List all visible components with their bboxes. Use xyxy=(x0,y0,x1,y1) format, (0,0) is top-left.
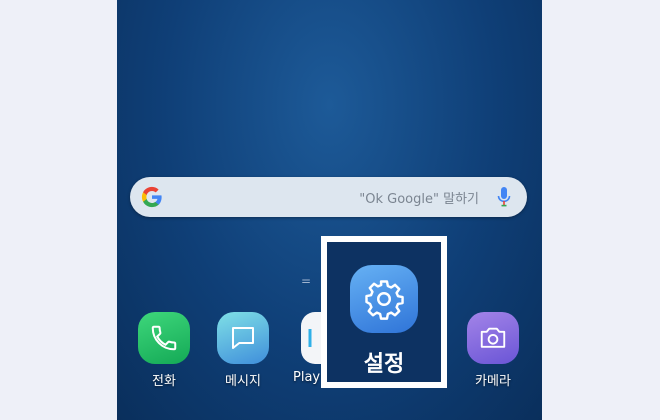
gear-icon xyxy=(350,265,418,333)
app-camera[interactable]: 카메라 xyxy=(458,312,528,389)
microphone-icon[interactable] xyxy=(497,186,511,208)
settings-label: 설정 xyxy=(363,352,405,377)
app-phone[interactable]: 전화 xyxy=(129,312,199,389)
settings-app-highlight[interactable]: 설정 xyxy=(321,236,447,388)
app-label: 메시지 xyxy=(225,374,261,389)
google-search-bar[interactable]: "Ok Google" 말하기 xyxy=(130,177,527,217)
page-indicator: = xyxy=(301,274,312,288)
google-logo-icon xyxy=(141,186,162,208)
message-icon xyxy=(217,312,269,364)
phone-icon xyxy=(138,312,190,364)
search-hint: "Ok Google" 말하기 xyxy=(359,192,479,207)
camera-icon xyxy=(467,312,519,364)
app-label: 카메라 xyxy=(475,374,511,389)
app-messages[interactable]: 메시지 xyxy=(208,312,278,389)
app-label: 전화 xyxy=(152,374,176,389)
